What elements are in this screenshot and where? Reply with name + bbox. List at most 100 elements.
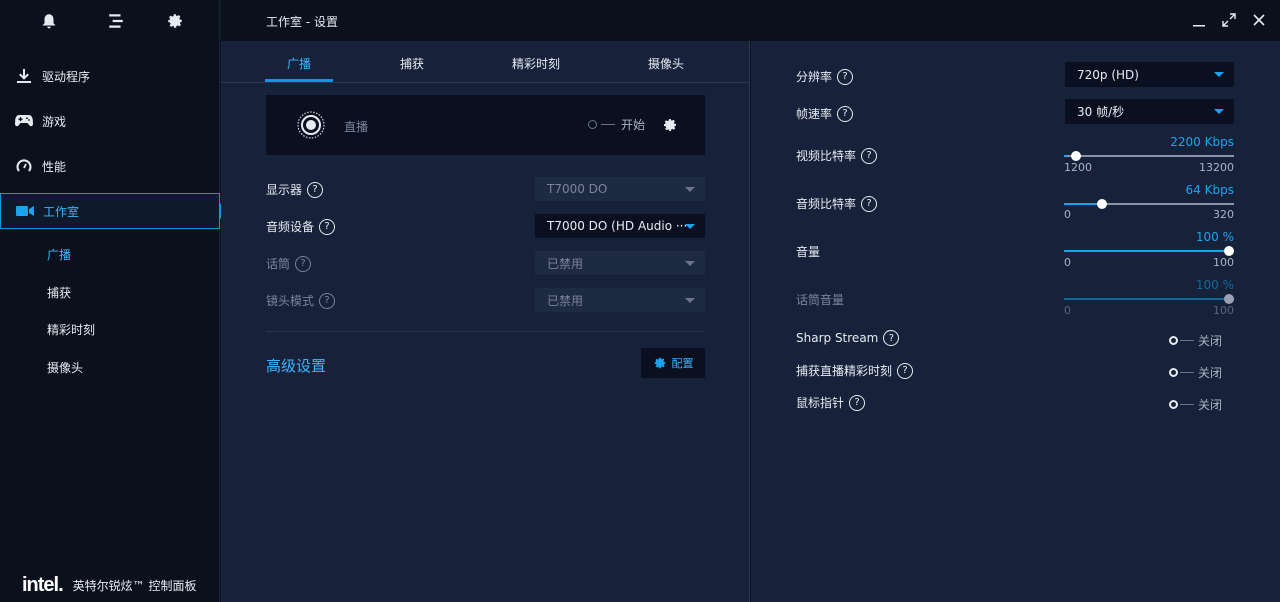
- lens-mode-select[interactable]: 已禁用: [535, 288, 705, 312]
- subnav-capture[interactable]: 捕获: [47, 284, 71, 301]
- download-icon: [15, 67, 33, 85]
- framerate-label: 帧速率?: [796, 105, 854, 122]
- help-icon[interactable]: ?: [295, 255, 312, 272]
- toggle-knob: [1169, 400, 1178, 409]
- help-icon[interactable]: ?: [319, 292, 336, 309]
- lens-mode-label: 镜头模式?: [266, 292, 336, 309]
- subnav-camera[interactable]: 摄像头: [47, 359, 83, 376]
- audio-device-select[interactable]: T7000 DO (HD Audio ···: [535, 214, 705, 238]
- field-label: 显示器: [266, 183, 303, 197]
- tab-highlights[interactable]: 精彩时刻: [512, 55, 560, 72]
- sidebar-item-performance[interactable]: 性能: [0, 148, 220, 184]
- sharp-stream-toggle[interactable]: 关闭: [1169, 332, 1222, 349]
- field-label: 音量: [796, 245, 821, 259]
- toggle-state: 关闭: [1198, 398, 1223, 412]
- gear-icon: [654, 357, 665, 369]
- volume-slider[interactable]: [1064, 246, 1234, 256]
- minimize-icon[interactable]: [1191, 12, 1207, 28]
- slider-min: 0: [1064, 304, 1071, 317]
- help-icon[interactable]: ?: [883, 330, 900, 346]
- camera-icon: [16, 202, 34, 220]
- window-title: 工作室 - 设置: [266, 15, 338, 29]
- slider-thumb[interactable]: [1097, 199, 1107, 209]
- gear-icon[interactable]: [166, 12, 184, 30]
- sidebar-item-label: 驱动程序: [42, 69, 91, 84]
- chevron-down-icon: [685, 187, 695, 192]
- help-icon[interactable]: ?: [861, 147, 878, 164]
- monitor-select[interactable]: T7000 DO: [535, 177, 705, 201]
- video-bitrate-slider[interactable]: [1064, 151, 1234, 161]
- sidebar-top-icons: [0, 0, 220, 41]
- sidebar-item-drivers[interactable]: 驱动程序: [0, 58, 220, 94]
- tab-camera[interactable]: 摄像头: [648, 55, 684, 72]
- intel-logo: intel.: [22, 573, 64, 596]
- resolution-select[interactable]: 720p (HD): [1065, 62, 1234, 87]
- slider-thumb: [1224, 294, 1234, 304]
- sharp-stream-label: Sharp Stream?: [796, 330, 900, 346]
- microphone-label: 话筒?: [266, 255, 312, 272]
- capture-highlights-toggle[interactable]: 关闭: [1169, 364, 1222, 381]
- config-button[interactable]: 配置: [641, 348, 705, 378]
- title-bar: 工作室 - 设置: [221, 0, 1280, 41]
- field-label: 捕获直播精彩时刻: [796, 364, 893, 378]
- toggle-state: 关闭: [1198, 334, 1223, 348]
- toggle-knob: [588, 120, 597, 129]
- close-icon[interactable]: [1251, 12, 1267, 28]
- sidebar-item-studio[interactable]: 工作室: [0, 193, 228, 229]
- help-icon[interactable]: ?: [307, 181, 324, 198]
- maximize-icon[interactable]: [1221, 12, 1237, 28]
- sidebar-footer: intel. 英特尔锐炫™ 控制面板: [0, 568, 220, 602]
- help-icon[interactable]: ?: [319, 218, 336, 235]
- mic-volume-value: 100 %: [1195, 278, 1234, 292]
- toggle-knob: [1169, 368, 1178, 377]
- slider-min: 1200: [1064, 161, 1092, 174]
- slider-thumb[interactable]: [1071, 151, 1081, 161]
- field-label: 鼠标指针: [796, 396, 845, 410]
- monitor-label: 显示器?: [266, 181, 324, 198]
- broadcast-panel: 广播 捕获 精彩时刻 摄像头 直播 开始 显示器? T7000 DO 音频设备?…: [221, 41, 750, 602]
- help-icon[interactable]: ?: [897, 362, 914, 379]
- toggle-state: 关闭: [1198, 366, 1223, 380]
- mouse-pointer-label: 鼠标指针?: [796, 394, 866, 411]
- microphone-select[interactable]: 已禁用: [535, 251, 705, 275]
- settings-panel: 分辨率? 720p (HD) 帧速率? 30 帧/秒 视频比特率? 2200 K…: [751, 41, 1280, 602]
- video-bitrate-value: 2200 Kbps: [1170, 135, 1234, 149]
- select-value: T7000 DO: [547, 182, 608, 196]
- subnav-broadcast[interactable]: 广播: [47, 246, 71, 263]
- chevron-down-icon: [685, 224, 695, 229]
- bell-icon[interactable]: [40, 12, 58, 30]
- toggle-line: [1180, 340, 1194, 341]
- help-icon[interactable]: ?: [861, 195, 878, 212]
- field-label: 话筒: [266, 257, 291, 271]
- help-icon[interactable]: ?: [849, 394, 866, 411]
- help-icon[interactable]: ?: [837, 68, 854, 85]
- help-icon[interactable]: ?: [837, 105, 854, 122]
- broadcast-icon: [297, 111, 325, 139]
- toggle-line: [1180, 372, 1194, 373]
- gamepad-icon: [15, 112, 33, 130]
- config-label: 配置: [671, 357, 694, 370]
- tab-broadcast[interactable]: 广播: [287, 55, 311, 72]
- sidebar-item-label: 游戏: [42, 114, 67, 129]
- slider-fill: [1064, 250, 1234, 252]
- toggle-line: [1180, 404, 1194, 405]
- start-toggle[interactable]: 开始: [588, 116, 645, 133]
- sidebar-item-games[interactable]: 游戏: [0, 103, 220, 139]
- field-label: Sharp Stream: [796, 331, 879, 345]
- tab-underline: [265, 79, 333, 82]
- video-bitrate-label: 视频比特率?: [796, 147, 878, 164]
- field-label: 帧速率: [796, 107, 833, 121]
- mouse-pointer-toggle[interactable]: 关闭: [1169, 396, 1222, 413]
- tab-capture[interactable]: 捕获: [400, 55, 424, 72]
- gear-icon[interactable]: [662, 117, 678, 133]
- subnav-highlights[interactable]: 精彩时刻: [47, 321, 95, 338]
- audio-bitrate-slider[interactable]: [1064, 199, 1234, 209]
- field-label: 视频比特率: [796, 149, 857, 163]
- select-value: 30 帧/秒: [1077, 105, 1125, 119]
- divider: [266, 331, 705, 332]
- slider-fill: [1064, 298, 1234, 300]
- menu-list-icon[interactable]: [107, 12, 125, 30]
- framerate-select[interactable]: 30 帧/秒: [1065, 99, 1234, 124]
- audio-bitrate-label: 音频比特率?: [796, 195, 878, 212]
- slider-thumb[interactable]: [1224, 246, 1234, 256]
